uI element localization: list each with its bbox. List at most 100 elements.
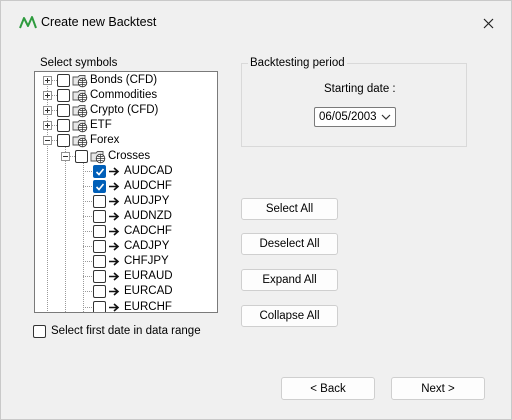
tree-node-label: ETF (90, 119, 112, 132)
tree-node-label: Crosses (108, 149, 151, 162)
tree-connector-line (83, 170, 93, 172)
folder-globe-icon (90, 149, 106, 164)
tree-node-label: EURCHF (124, 300, 172, 313)
folder-globe-icon (72, 133, 88, 148)
next-button[interactable]: Next > (391, 377, 485, 400)
expand-icon[interactable] (43, 91, 52, 101)
tree-node-checkbox[interactable] (57, 74, 70, 87)
title-bar: Create new Backtest (1, 1, 511, 45)
tree-symbol-node[interactable]: EURCAD (35, 284, 207, 299)
tree-node-checkbox[interactable] (93, 164, 106, 178)
folder-globe-icon (72, 118, 88, 133)
tree-symbol-node[interactable]: EURAUD (35, 269, 207, 284)
tree-node-checkbox[interactable] (57, 134, 70, 148)
tree-connector-line (83, 185, 93, 187)
first-date-checkbox[interactable] (33, 325, 46, 338)
close-button[interactable] (475, 11, 501, 35)
arrow-right-icon (108, 166, 120, 177)
expand-icon[interactable] (43, 121, 52, 131)
tree-node-label: Crypto (CFD) (90, 104, 159, 117)
collapse-all-button[interactable]: Collapse All (241, 305, 338, 327)
tree-connector-line (83, 261, 93, 263)
tree-group-node[interactable]: Bonds (CFD) (35, 73, 207, 88)
tree-group-node[interactable]: Crypto (CFD) (35, 103, 207, 118)
arrow-right-icon (108, 226, 120, 237)
close-icon (483, 18, 493, 28)
tree-node-checkbox[interactable] (57, 119, 70, 133)
tree-node-label: AUDCAD (124, 164, 173, 177)
tree-node-checkbox[interactable] (93, 255, 106, 269)
expand-all-button[interactable]: Expand All (241, 269, 338, 291)
tree-node-checkbox[interactable] (93, 225, 106, 238)
folder-globe-icon (72, 73, 88, 88)
tree-symbol-node[interactable]: CHFJPY (35, 254, 207, 269)
tree-group-node[interactable]: Commodities (35, 88, 207, 103)
tree-node-label: Commodities (90, 89, 158, 102)
tree-symbol-node[interactable]: AUDCAD (35, 164, 207, 179)
tree-node-checkbox[interactable] (57, 89, 70, 103)
arrow-right-icon (108, 256, 120, 267)
tree-node-checkbox[interactable] (93, 209, 106, 223)
arrow-right-icon (108, 271, 120, 282)
select-symbols-label: Select symbols (40, 57, 118, 69)
tree-connector-line (83, 276, 93, 278)
symbols-tree[interactable]: Bonds (CFD) Commodities Crypto (CFD) ETF For… (34, 71, 218, 313)
tree-symbol-node[interactable]: AUDJPY (35, 194, 207, 209)
collapse-icon[interactable] (61, 151, 70, 161)
folder-globe-icon (72, 103, 88, 118)
backtesting-period-group (241, 63, 467, 147)
tree-node-label: AUDNZD (124, 209, 172, 222)
collapse-icon[interactable] (43, 136, 52, 146)
tree-node-checkbox[interactable] (57, 104, 70, 118)
starting-date-value: 06/05/2003 (319, 111, 377, 123)
tree-connector-line (83, 200, 93, 202)
folder-globe-icon (72, 88, 88, 103)
tree-node-checkbox[interactable] (93, 240, 106, 254)
window-title: Create new Backtest (41, 15, 157, 29)
tree-node-checkbox[interactable] (93, 270, 106, 284)
backtesting-period-label: Backtesting period (248, 57, 347, 69)
tree-node-label: Bonds (CFD) (90, 74, 158, 86)
tree-node-label: CADJPY (124, 240, 170, 253)
tree-connector-line (83, 306, 93, 308)
tree-node-label: EURAUD (124, 270, 173, 283)
deselect-all-button[interactable]: Deselect All (241, 233, 338, 255)
tree-node-checkbox[interactable] (93, 194, 106, 208)
arrow-right-icon (108, 196, 120, 207)
expand-icon[interactable] (43, 76, 52, 85)
app-logo-icon (19, 16, 37, 29)
tree-group-node[interactable]: ETF (35, 118, 207, 133)
select-all-button[interactable]: Select All (241, 198, 338, 220)
tree-connector-line (83, 291, 93, 293)
back-button[interactable]: < Back (281, 377, 375, 400)
tree-symbol-node[interactable]: AUDNZD (35, 209, 207, 224)
backtest-dialog: Create new Backtest Select symbols Bonds… (0, 0, 512, 420)
starting-date-label: Starting date : (324, 83, 396, 95)
chevron-down-icon (381, 114, 391, 120)
tree-node-label: AUDCHF (124, 179, 172, 192)
arrow-right-icon (108, 241, 120, 252)
tree-node-checkbox[interactable] (93, 300, 106, 312)
first-date-label: Select first date in data range (51, 325, 201, 337)
tree-node-label: Forex (90, 134, 120, 147)
tree-symbol-node[interactable]: CADCHF (35, 224, 207, 239)
expand-icon[interactable] (43, 106, 52, 116)
starting-date-picker[interactable]: 06/05/2003 (314, 107, 396, 127)
arrow-right-icon (108, 286, 120, 297)
arrow-right-icon (108, 181, 120, 192)
tree-group-node[interactable]: Forex (35, 133, 207, 148)
tree-connector-line (83, 215, 93, 217)
tree-symbol-node[interactable]: AUDCHF (35, 179, 207, 194)
tree-node-checkbox[interactable] (93, 179, 106, 193)
tree-node-checkbox[interactable] (93, 285, 106, 299)
tree-node-label: EURCAD (124, 285, 173, 298)
arrow-right-icon (108, 211, 120, 222)
tree-connector-line (83, 231, 93, 232)
tree-group-node[interactable]: Crosses (35, 149, 207, 164)
arrow-right-icon (108, 302, 120, 313)
tree-symbol-node[interactable]: CADJPY (35, 239, 207, 254)
tree-symbol-node[interactable]: EURCHF (35, 300, 207, 313)
tree-node-checkbox[interactable] (75, 149, 88, 163)
tree-node-label: CHFJPY (124, 255, 169, 268)
tree-node-label: CADCHF (124, 225, 172, 237)
